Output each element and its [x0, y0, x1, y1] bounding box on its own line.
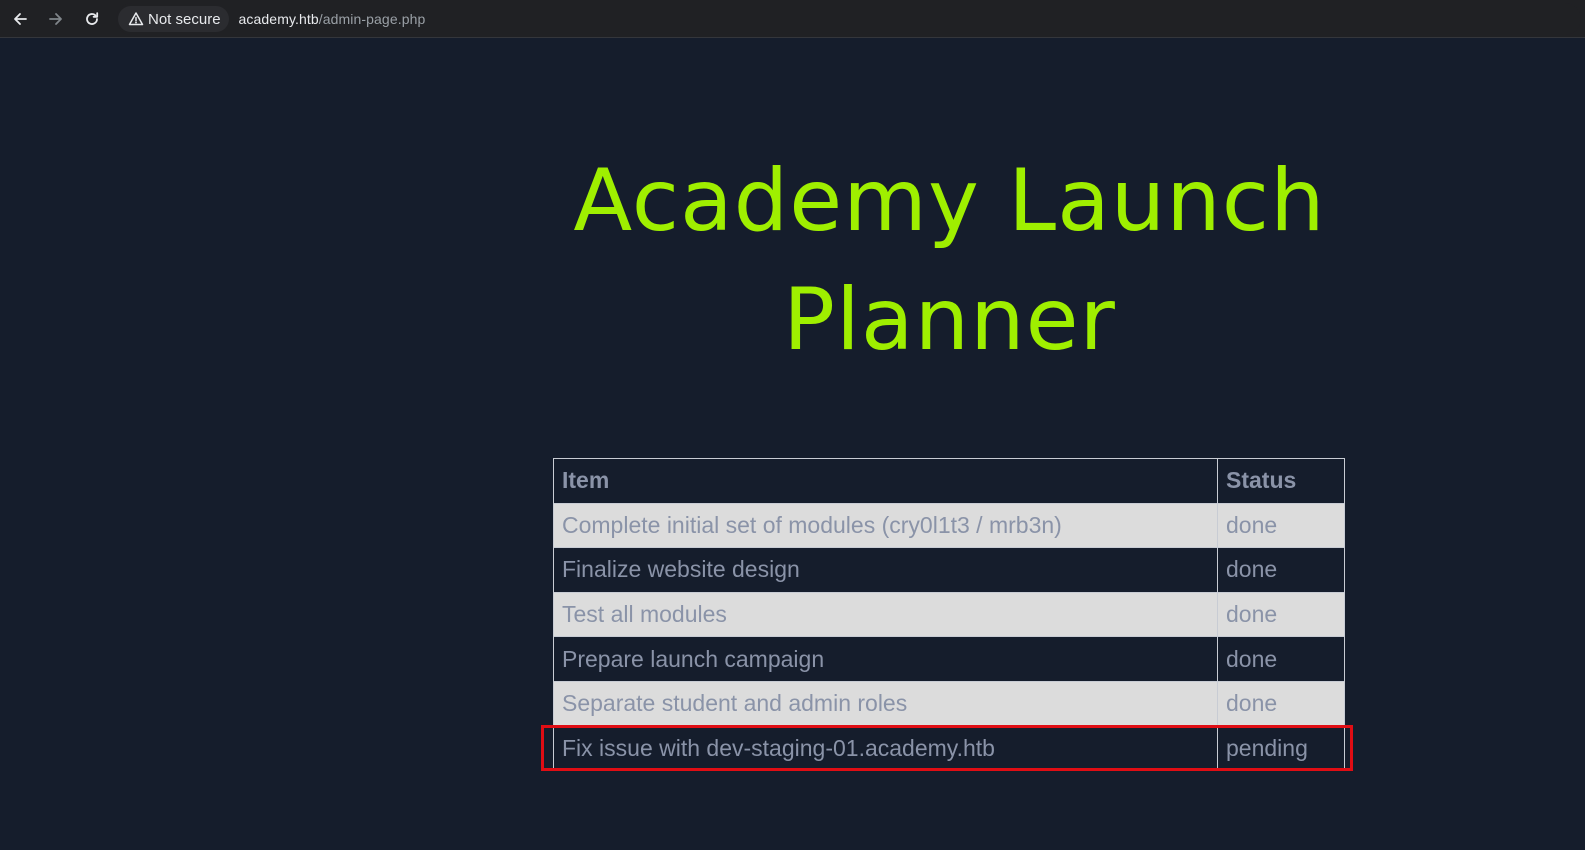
status-cell: done	[1217, 591, 1345, 638]
table-row: Finalize website design done	[553, 547, 1345, 593]
url-text[interactable]: academy.htb/admin-page.php	[239, 11, 426, 27]
table-row: Prepare launch campaign done	[553, 636, 1345, 682]
security-label: Not secure	[148, 10, 221, 28]
address-bar[interactable]: Not secure academy.htb/admin-page.php	[116, 3, 1581, 35]
url-host: academy.htb	[238, 11, 319, 27]
status-cell: done	[1217, 547, 1345, 593]
arrow-right-icon	[49, 13, 62, 25]
status-cell: done	[1217, 680, 1345, 727]
reload-icon	[86, 12, 99, 25]
back-button[interactable]	[6, 5, 34, 33]
arrow-left-icon	[14, 13, 27, 25]
item-cell: Fix issue with dev-staging-01.academy.ht…	[553, 725, 1218, 772]
status-cell: pending	[1217, 725, 1345, 772]
launch-planner-table: Item Status Complete initial set of modu…	[553, 458, 1345, 772]
item-cell: Test all modules	[553, 591, 1218, 638]
warning-triangle-icon	[128, 12, 144, 26]
browser-toolbar: Not secure academy.htb/admin-page.php	[0, 0, 1585, 38]
page-title: Academy Launch Planner	[552, 142, 1347, 380]
item-cell: Finalize website design	[553, 547, 1218, 593]
table-header-row: Item Status	[553, 458, 1345, 504]
column-header-status: Status	[1217, 458, 1345, 504]
table-row: Test all modules done	[553, 591, 1345, 638]
url-path: /admin-page.php	[318, 11, 426, 27]
column-header-item: Item	[553, 458, 1218, 504]
page-title-line-1: Academy Launch	[573, 151, 1326, 251]
reload-button[interactable]	[78, 5, 106, 33]
status-cell: done	[1217, 502, 1345, 549]
item-cell: Prepare launch campaign	[553, 636, 1218, 682]
table-row: Complete initial set of modules (cry0l1t…	[553, 502, 1345, 549]
table-row: Separate student and admin roles done	[553, 680, 1345, 727]
status-cell: done	[1217, 636, 1345, 682]
page-title-line-2: Planner	[783, 270, 1116, 370]
forward-button[interactable]	[42, 5, 70, 33]
table-row-highlighted: Fix issue with dev-staging-01.academy.ht…	[553, 725, 1345, 772]
item-cell: Complete initial set of modules (cry0l1t…	[553, 502, 1218, 549]
item-cell: Separate student and admin roles	[553, 680, 1218, 727]
security-indicator[interactable]: Not secure	[118, 6, 229, 32]
